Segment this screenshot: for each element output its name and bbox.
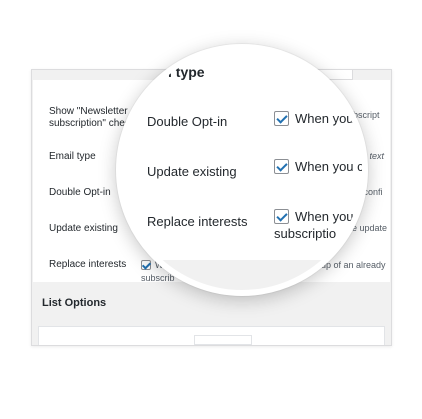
list-card-tab — [194, 335, 252, 345]
list-options-title: List Options — [42, 297, 107, 309]
label-update-existing: Update existing — [49, 223, 118, 234]
lens-label-double-optin: Double Opt-in — [147, 114, 228, 129]
lens-label-update-existing: Update existing — [147, 164, 237, 179]
magnifier-lens: l type Double Opt-in When you Update exi… — [116, 44, 368, 296]
update-existing-checkbox[interactable] — [274, 159, 289, 174]
stage: Show "Newsletter subscription" checked e… — [0, 0, 422, 419]
replace-interests-text: When you — [295, 209, 354, 224]
update-existing-text: When you c — [295, 159, 364, 174]
label-email-type: Email type — [49, 151, 96, 162]
lens-section-title: l type — [168, 64, 205, 80]
replace-interests-subtext: subscriptio — [274, 226, 337, 241]
replace-interests-big-checkbox[interactable] — [274, 209, 289, 224]
lens-content: l type Double Opt-in When you Update exi… — [122, 50, 362, 290]
list-options-card — [38, 326, 385, 345]
lens-top-tab — [312, 50, 362, 70]
double-optin-checkbox[interactable] — [274, 111, 289, 126]
label-replace-interests: Replace interests — [49, 259, 127, 270]
double-optin-text: When you — [295, 111, 354, 126]
label-double-optin: Double Opt-in — [49, 187, 111, 198]
lens-label-replace-interests: Replace interests — [147, 214, 248, 229]
